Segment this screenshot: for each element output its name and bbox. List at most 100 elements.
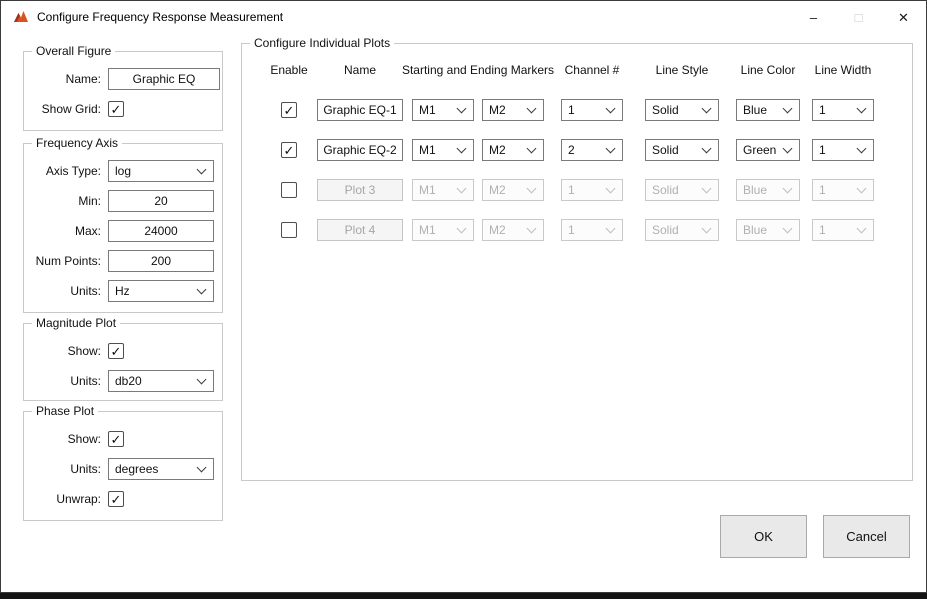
end-marker-select: M2 (482, 219, 544, 241)
plot-name-input[interactable] (317, 179, 403, 201)
line-width-value: 1 (813, 223, 826, 237)
chevron-down-icon (702, 144, 712, 154)
num-points-input[interactable] (108, 250, 214, 272)
plot-enable-checkbox[interactable] (281, 222, 297, 238)
close-button[interactable]: ✕ (881, 1, 926, 33)
magnitude-units-label: Units: (24, 374, 108, 388)
chevron-down-icon (783, 144, 793, 154)
phase-show-row: Show: ✓ (24, 428, 222, 450)
line-width-select[interactable]: 1 (812, 139, 874, 161)
axis-type-value: log (109, 164, 131, 178)
unwrap-checkbox[interactable]: ✓ (108, 491, 124, 507)
line-style-select: Solid (645, 179, 719, 201)
max-label: Max: (24, 224, 108, 238)
phase-show-label: Show: (24, 432, 108, 446)
header-name: Name (344, 63, 376, 77)
frequency-axis-title: Frequency Axis (32, 136, 122, 150)
header-line-width: Line Width (815, 63, 872, 77)
end-marker-value: M2 (483, 183, 506, 197)
maximize-button: □ (836, 1, 881, 33)
channel-value: 2 (562, 143, 575, 157)
channel-select: 1 (561, 219, 623, 241)
phase-units-label: Units: (24, 462, 108, 476)
end-marker-value: M2 (483, 223, 506, 237)
header-line-style: Line Style (656, 63, 709, 77)
figure-name-label: Name: (24, 72, 108, 86)
line-color-value: Green (737, 143, 776, 157)
line-width-select[interactable]: 1 (812, 99, 874, 121)
magnitude-plot-group: Magnitude Plot Show: ✓ Units: db20 (23, 323, 223, 401)
chevron-down-icon (197, 285, 207, 295)
chevron-down-icon (197, 463, 207, 473)
chevron-down-icon (457, 104, 467, 114)
start-marker-value: M1 (413, 103, 436, 117)
num-points-label: Num Points: (24, 254, 108, 268)
channel-select[interactable]: 2 (561, 139, 623, 161)
phase-show-checkbox[interactable]: ✓ (108, 431, 124, 447)
show-grid-checkbox[interactable]: ✓ (108, 101, 124, 117)
line-color-select: Blue (736, 219, 800, 241)
window-controls: – □ ✕ (791, 1, 926, 33)
plot-enable-checkbox[interactable] (281, 182, 297, 198)
matlab-icon (13, 9, 29, 25)
chevron-down-icon (857, 184, 867, 194)
chevron-down-icon (783, 184, 793, 194)
channel-select[interactable]: 1 (561, 99, 623, 121)
plot-name-input[interactable] (317, 139, 403, 161)
plot-name-input[interactable] (317, 219, 403, 241)
header-channel: Channel # (565, 63, 620, 77)
end-marker-value: M2 (483, 103, 506, 117)
phase-units-value: degrees (109, 462, 158, 476)
magnitude-units-select[interactable]: db20 (108, 370, 214, 392)
start-marker-select[interactable]: M1 (412, 99, 474, 121)
freq-units-value: Hz (109, 284, 130, 298)
plot-enable-checkbox[interactable]: ✓ (281, 142, 297, 158)
line-style-value: Solid (646, 143, 679, 157)
chevron-down-icon (197, 165, 207, 175)
chevron-down-icon (457, 144, 467, 154)
figure-name-input[interactable] (108, 68, 220, 90)
axis-type-row: Axis Type: log (24, 160, 222, 182)
end-marker-select[interactable]: M2 (482, 139, 544, 161)
start-marker-select: M1 (412, 219, 474, 241)
plot-name-input[interactable] (317, 99, 403, 121)
line-color-select[interactable]: Blue (736, 99, 800, 121)
line-color-select[interactable]: Green (736, 139, 800, 161)
min-row: Min: (24, 190, 222, 212)
end-marker-select: M2 (482, 179, 544, 201)
line-style-select[interactable]: Solid (645, 139, 719, 161)
phase-plot-title: Phase Plot (32, 404, 98, 418)
chevron-down-icon (606, 144, 616, 154)
chevron-down-icon (857, 224, 867, 234)
min-input[interactable] (108, 190, 214, 212)
end-marker-select[interactable]: M2 (482, 99, 544, 121)
minimize-button[interactable]: – (791, 1, 836, 33)
header-markers: Starting and Ending Markers (402, 63, 554, 77)
line-style-value: Solid (646, 183, 679, 197)
channel-value: 1 (562, 223, 575, 237)
ok-button[interactable]: OK (720, 515, 807, 558)
start-marker-value: M1 (413, 223, 436, 237)
plot-enable-checkbox[interactable]: ✓ (281, 102, 297, 118)
phase-units-select[interactable]: degrees (108, 458, 214, 480)
line-width-value: 1 (813, 103, 826, 117)
chevron-down-icon (527, 144, 537, 154)
chevron-down-icon (702, 104, 712, 114)
chevron-down-icon (857, 104, 867, 114)
axis-type-label: Axis Type: (24, 164, 108, 178)
magnitude-plot-title: Magnitude Plot (32, 316, 120, 330)
axis-type-select[interactable]: log (108, 160, 214, 182)
start-marker-select[interactable]: M1 (412, 139, 474, 161)
cancel-button[interactable]: Cancel (823, 515, 910, 558)
unwrap-row: Unwrap: ✓ (24, 488, 222, 510)
line-style-select[interactable]: Solid (645, 99, 719, 121)
max-input[interactable] (108, 220, 214, 242)
line-style-select: Solid (645, 219, 719, 241)
frequency-axis-group: Frequency Axis Axis Type: log Min: Max: … (23, 143, 223, 313)
chevron-down-icon (527, 104, 537, 114)
chevron-down-icon (527, 184, 537, 194)
unwrap-label: Unwrap: (24, 492, 108, 506)
magnitude-show-checkbox[interactable]: ✓ (108, 343, 124, 359)
maximize-icon: □ (855, 11, 863, 24)
freq-units-select[interactable]: Hz (108, 280, 214, 302)
